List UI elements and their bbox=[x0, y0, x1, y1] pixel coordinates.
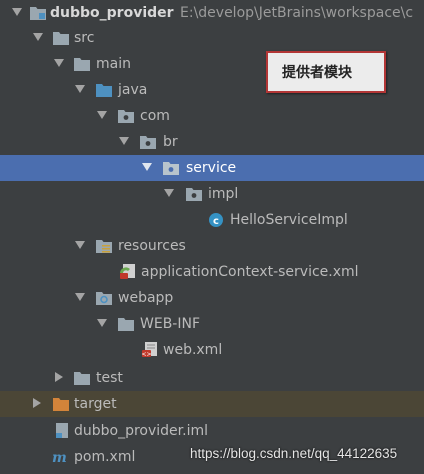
tree-row-hello-class[interactable]: c HelloServiceImpl bbox=[0, 207, 424, 233]
file-label-iml: dubbo_provider.iml bbox=[74, 423, 209, 439]
package-icon bbox=[140, 135, 156, 149]
expand-arrow-icon[interactable] bbox=[75, 241, 85, 249]
svg-text:m: m bbox=[52, 450, 67, 465]
package-label-br: br bbox=[163, 134, 178, 150]
folder-icon bbox=[74, 371, 90, 385]
tree-row-impl[interactable]: impl bbox=[0, 181, 424, 207]
spring-xml-icon bbox=[119, 264, 135, 279]
root-path: E:\develop\JetBrains\workspace\c bbox=[180, 5, 414, 21]
folder-label-target: target bbox=[74, 396, 117, 412]
folder-label-webinf: WEB-INF bbox=[140, 316, 200, 332]
tree-row-iml[interactable]: dubbo_provider.iml bbox=[0, 418, 424, 444]
iml-file-icon bbox=[54, 423, 70, 438]
folder-icon bbox=[118, 317, 134, 331]
svg-text:c: c bbox=[213, 216, 219, 227]
package-icon bbox=[163, 161, 179, 175]
tree-row-test[interactable]: test bbox=[0, 365, 424, 391]
class-icon: c bbox=[208, 213, 224, 227]
folder-label-test: test bbox=[96, 370, 123, 386]
folder-label-src: src bbox=[74, 30, 95, 46]
tree-row-target[interactable]: target bbox=[0, 391, 424, 417]
expand-arrow-icon[interactable] bbox=[119, 137, 129, 145]
folder-label-java: java bbox=[118, 82, 148, 98]
package-icon bbox=[118, 109, 134, 123]
tree-row-root[interactable]: dubbo_provider E:\develop\JetBrains\work… bbox=[0, 0, 424, 26]
expand-arrow-icon[interactable] bbox=[142, 163, 152, 171]
package-label-com: com bbox=[140, 108, 170, 124]
file-label-app-context: applicationContext-service.xml bbox=[141, 264, 359, 280]
expand-arrow-icon[interactable] bbox=[97, 111, 107, 119]
expand-arrow-icon[interactable] bbox=[33, 33, 43, 41]
tree-row-app-context[interactable]: applicationContext-service.xml bbox=[0, 259, 424, 285]
tree-row-webxml[interactable]: <> web.xml bbox=[0, 337, 424, 363]
folder-label-webapp: webapp bbox=[118, 290, 174, 306]
tree-row-src[interactable]: src bbox=[0, 25, 424, 51]
expand-arrow-icon[interactable] bbox=[75, 293, 85, 301]
expand-arrow-icon[interactable] bbox=[75, 85, 85, 93]
folder-icon bbox=[74, 57, 90, 71]
collapsed-arrow-icon[interactable] bbox=[33, 398, 41, 408]
root-name: dubbo_provider bbox=[50, 5, 174, 21]
callout-text: 提供者模块 bbox=[282, 65, 352, 81]
watermark-text: https://blog.csdn.net/qq_44122635 bbox=[190, 446, 398, 461]
web-xml-icon: <> bbox=[141, 342, 157, 358]
resources-folder-icon bbox=[96, 239, 112, 253]
excluded-folder-icon bbox=[53, 397, 69, 411]
tree-row-resources[interactable]: resources bbox=[0, 233, 424, 259]
source-folder-icon bbox=[96, 83, 112, 97]
expand-arrow-icon[interactable] bbox=[164, 189, 174, 197]
provider-module-callout: 提供者模块 bbox=[266, 51, 386, 93]
tree-row-com[interactable]: com bbox=[0, 103, 424, 129]
collapsed-arrow-icon[interactable] bbox=[55, 372, 63, 382]
folder-icon bbox=[53, 31, 69, 45]
package-label-impl: impl bbox=[208, 186, 239, 202]
tree-row-webapp[interactable]: webapp bbox=[0, 285, 424, 311]
web-folder-icon bbox=[96, 291, 112, 305]
svg-text:<>: <> bbox=[141, 351, 151, 358]
file-label-webxml: web.xml bbox=[163, 342, 223, 358]
tree-row-br[interactable]: br bbox=[0, 129, 424, 155]
tree-row-webinf[interactable]: WEB-INF bbox=[0, 311, 424, 337]
folder-label-main: main bbox=[96, 56, 131, 72]
class-label: HelloServiceImpl bbox=[230, 212, 348, 228]
file-label-pom: pom.xml bbox=[74, 449, 136, 465]
tree-row-service[interactable]: service bbox=[0, 155, 424, 181]
expand-arrow-icon[interactable] bbox=[97, 319, 107, 327]
module-folder-icon bbox=[30, 6, 46, 20]
expand-arrow-icon[interactable] bbox=[54, 59, 64, 67]
maven-icon: m bbox=[52, 450, 68, 466]
expand-arrow-icon[interactable] bbox=[12, 8, 22, 16]
package-icon bbox=[186, 187, 202, 201]
folder-label-resources: resources bbox=[118, 238, 186, 254]
package-label-service: service bbox=[186, 160, 237, 176]
